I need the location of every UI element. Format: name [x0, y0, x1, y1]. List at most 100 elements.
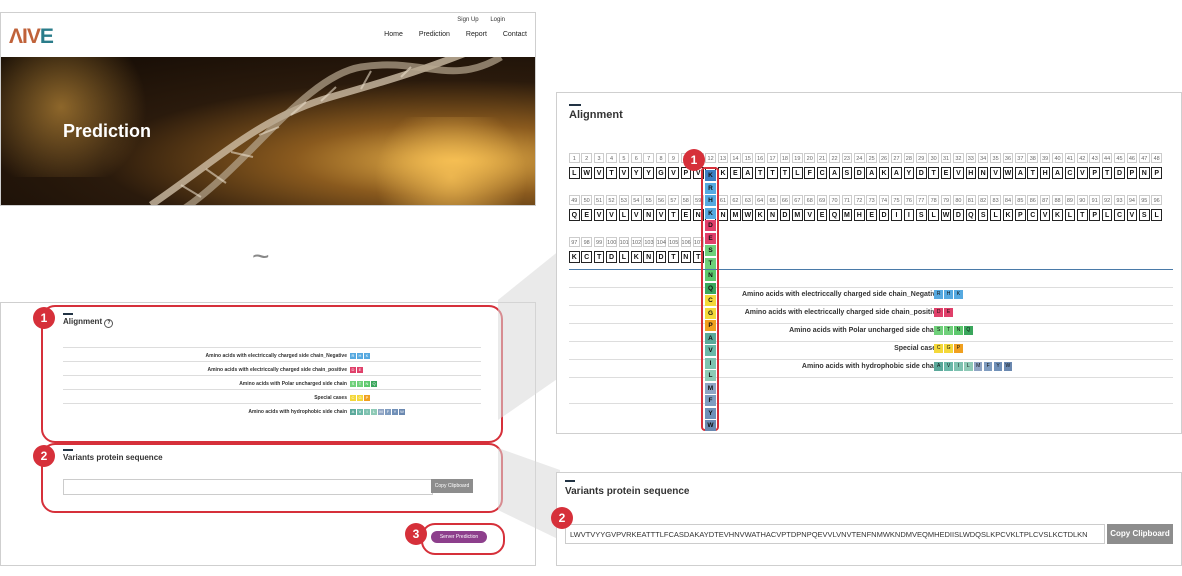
amino-acid-cell[interactable]: L: [569, 167, 580, 179]
variant-option[interactable]: T: [705, 257, 716, 269]
amino-acid-cell[interactable]: C: [1114, 209, 1125, 221]
amino-acid-cell[interactable]: V: [630, 209, 642, 221]
amino-acid-cell[interactable]: P: [1151, 167, 1162, 179]
amino-acid-cell[interactable]: W: [742, 209, 754, 221]
amino-acid-cell[interactable]: A: [891, 167, 902, 179]
amino-acid-cell[interactable]: P: [1089, 167, 1100, 179]
variant-option[interactable]: S: [705, 245, 716, 256]
variant-option[interactable]: M: [705, 382, 716, 394]
amino-acid-cell[interactable]: T: [593, 251, 605, 263]
nav-prediction[interactable]: Prediction: [419, 31, 450, 38]
help-icon[interactable]: ?: [104, 319, 114, 328]
variant-option[interactable]: Y: [705, 407, 716, 419]
amino-acid-cell[interactable]: A: [866, 167, 877, 179]
amino-acid-cell[interactable]: L: [990, 209, 1001, 221]
variant-option[interactable]: I: [705, 357, 716, 369]
amino-acid-cell[interactable]: D: [1114, 167, 1125, 179]
amino-acid-cell[interactable]: D: [853, 167, 865, 179]
amino-acid-cell[interactable]: C: [1064, 167, 1076, 179]
amino-acid-cell[interactable]: V: [593, 209, 605, 221]
signup-link[interactable]: Sign Up: [457, 17, 478, 23]
amino-acid-cell[interactable]: N: [1138, 167, 1150, 179]
amino-acid-cell[interactable]: E: [940, 167, 952, 179]
amino-acid-cell[interactable]: Y: [903, 167, 915, 179]
variant-option[interactable]: C: [705, 295, 716, 306]
amino-acid-cell[interactable]: D: [606, 251, 617, 263]
amino-acid-cell[interactable]: V: [990, 167, 1001, 179]
amino-acid-cell[interactable]: D: [655, 251, 667, 263]
amino-acid-cell[interactable]: T: [668, 251, 679, 263]
variant-option[interactable]: G: [705, 307, 716, 319]
amino-acid-cell[interactable]: A: [829, 167, 840, 179]
amino-acid-cell[interactable]: V: [1039, 209, 1051, 221]
amino-acid-cell[interactable]: I: [891, 209, 902, 221]
amino-acid-cell[interactable]: Y: [630, 167, 642, 179]
amino-acid-cell[interactable]: I: [903, 209, 915, 221]
amino-acid-cell[interactable]: S: [841, 167, 853, 179]
variant-option[interactable]: L: [705, 370, 716, 381]
amino-acid-cell[interactable]: K: [630, 251, 642, 263]
amino-acid-cell[interactable]: D: [779, 209, 791, 221]
amino-acid-cell[interactable]: S: [915, 209, 927, 221]
variant-option[interactable]: K: [705, 170, 716, 181]
variant-option[interactable]: Q: [705, 282, 716, 294]
amino-acid-cell[interactable]: K: [754, 209, 766, 221]
amino-acid-cell[interactable]: V: [804, 209, 816, 221]
variant-option[interactable]: K: [705, 207, 716, 219]
amino-acid-cell[interactable]: L: [1064, 209, 1076, 221]
copy-clipboard-button-small[interactable]: Copy Clipboard: [431, 479, 473, 493]
amino-acid-cell[interactable]: L: [618, 209, 630, 221]
variant-option[interactable]: P: [705, 320, 716, 331]
amino-acid-cell[interactable]: P: [1089, 209, 1100, 221]
amino-acid-cell[interactable]: V: [953, 167, 964, 179]
variant-option[interactable]: V: [705, 345, 716, 356]
amino-acid-cell[interactable]: Q: [829, 209, 840, 221]
variant-option[interactable]: E: [705, 232, 716, 244]
amino-acid-cell[interactable]: D: [915, 167, 927, 179]
amino-acid-cell[interactable]: K: [569, 251, 580, 263]
amino-acid-cell[interactable]: N: [977, 167, 989, 179]
amino-acid-cell[interactable]: T: [928, 167, 939, 179]
login-link[interactable]: Login: [490, 17, 505, 23]
amino-acid-cell[interactable]: A: [1015, 167, 1026, 179]
amino-acid-cell[interactable]: V: [618, 167, 630, 179]
amino-acid-cell[interactable]: V: [1077, 167, 1088, 179]
amino-acid-cell[interactable]: A: [1052, 167, 1063, 179]
amino-acid-cell[interactable]: K: [878, 167, 890, 179]
amino-acid-cell[interactable]: L: [1101, 209, 1113, 221]
amino-acid-cell[interactable]: Q: [965, 209, 977, 221]
amino-acid-cell[interactable]: T: [779, 167, 791, 179]
amino-acid-cell[interactable]: M: [841, 209, 853, 221]
amino-acid-cell[interactable]: C: [1027, 209, 1039, 221]
amino-acid-cell[interactable]: N: [717, 209, 729, 221]
variant-option[interactable]: H: [705, 195, 716, 206]
amino-acid-cell[interactable]: V: [606, 209, 617, 221]
amino-acid-cell[interactable]: L: [792, 167, 803, 179]
nav-contact[interactable]: Contact: [503, 31, 527, 38]
amino-acid-cell[interactable]: H: [853, 209, 865, 221]
variant-option[interactable]: A: [705, 332, 716, 344]
variant-option[interactable]: N: [705, 270, 716, 281]
copy-clipboard-button[interactable]: Copy Clipboard: [1107, 524, 1173, 544]
amino-acid-cell[interactable]: L: [618, 251, 630, 263]
amino-acid-cell[interactable]: D: [953, 209, 964, 221]
amino-acid-cell[interactable]: N: [680, 251, 692, 263]
amino-acid-cell[interactable]: K: [1002, 209, 1014, 221]
amino-acid-cell[interactable]: W: [1002, 167, 1014, 179]
amino-acid-cell[interactable]: Q: [569, 209, 580, 221]
nav-report[interactable]: Report: [466, 31, 487, 38]
amino-acid-cell[interactable]: Y: [643, 167, 654, 179]
variant-option[interactable]: W: [705, 420, 716, 431]
amino-acid-cell[interactable]: N: [767, 209, 778, 221]
amino-acid-cell[interactable]: D: [878, 209, 890, 221]
amino-acid-cell[interactable]: E: [816, 209, 828, 221]
amino-acid-cell[interactable]: C: [816, 167, 828, 179]
amino-acid-cell[interactable]: T: [767, 167, 778, 179]
amino-acid-cell[interactable]: G: [655, 167, 667, 179]
amino-acid-cell[interactable]: T: [1077, 209, 1088, 221]
variants-sequence-field[interactable]: LWVTVYYGVPVRKEATTTLFCASDAKAYDTEVHNVWATHA…: [565, 524, 1105, 544]
amino-acid-cell[interactable]: P: [1015, 209, 1026, 221]
amino-acid-cell[interactable]: S: [977, 209, 989, 221]
amino-acid-cell[interactable]: V: [655, 209, 667, 221]
amino-acid-cell[interactable]: W: [581, 167, 592, 179]
